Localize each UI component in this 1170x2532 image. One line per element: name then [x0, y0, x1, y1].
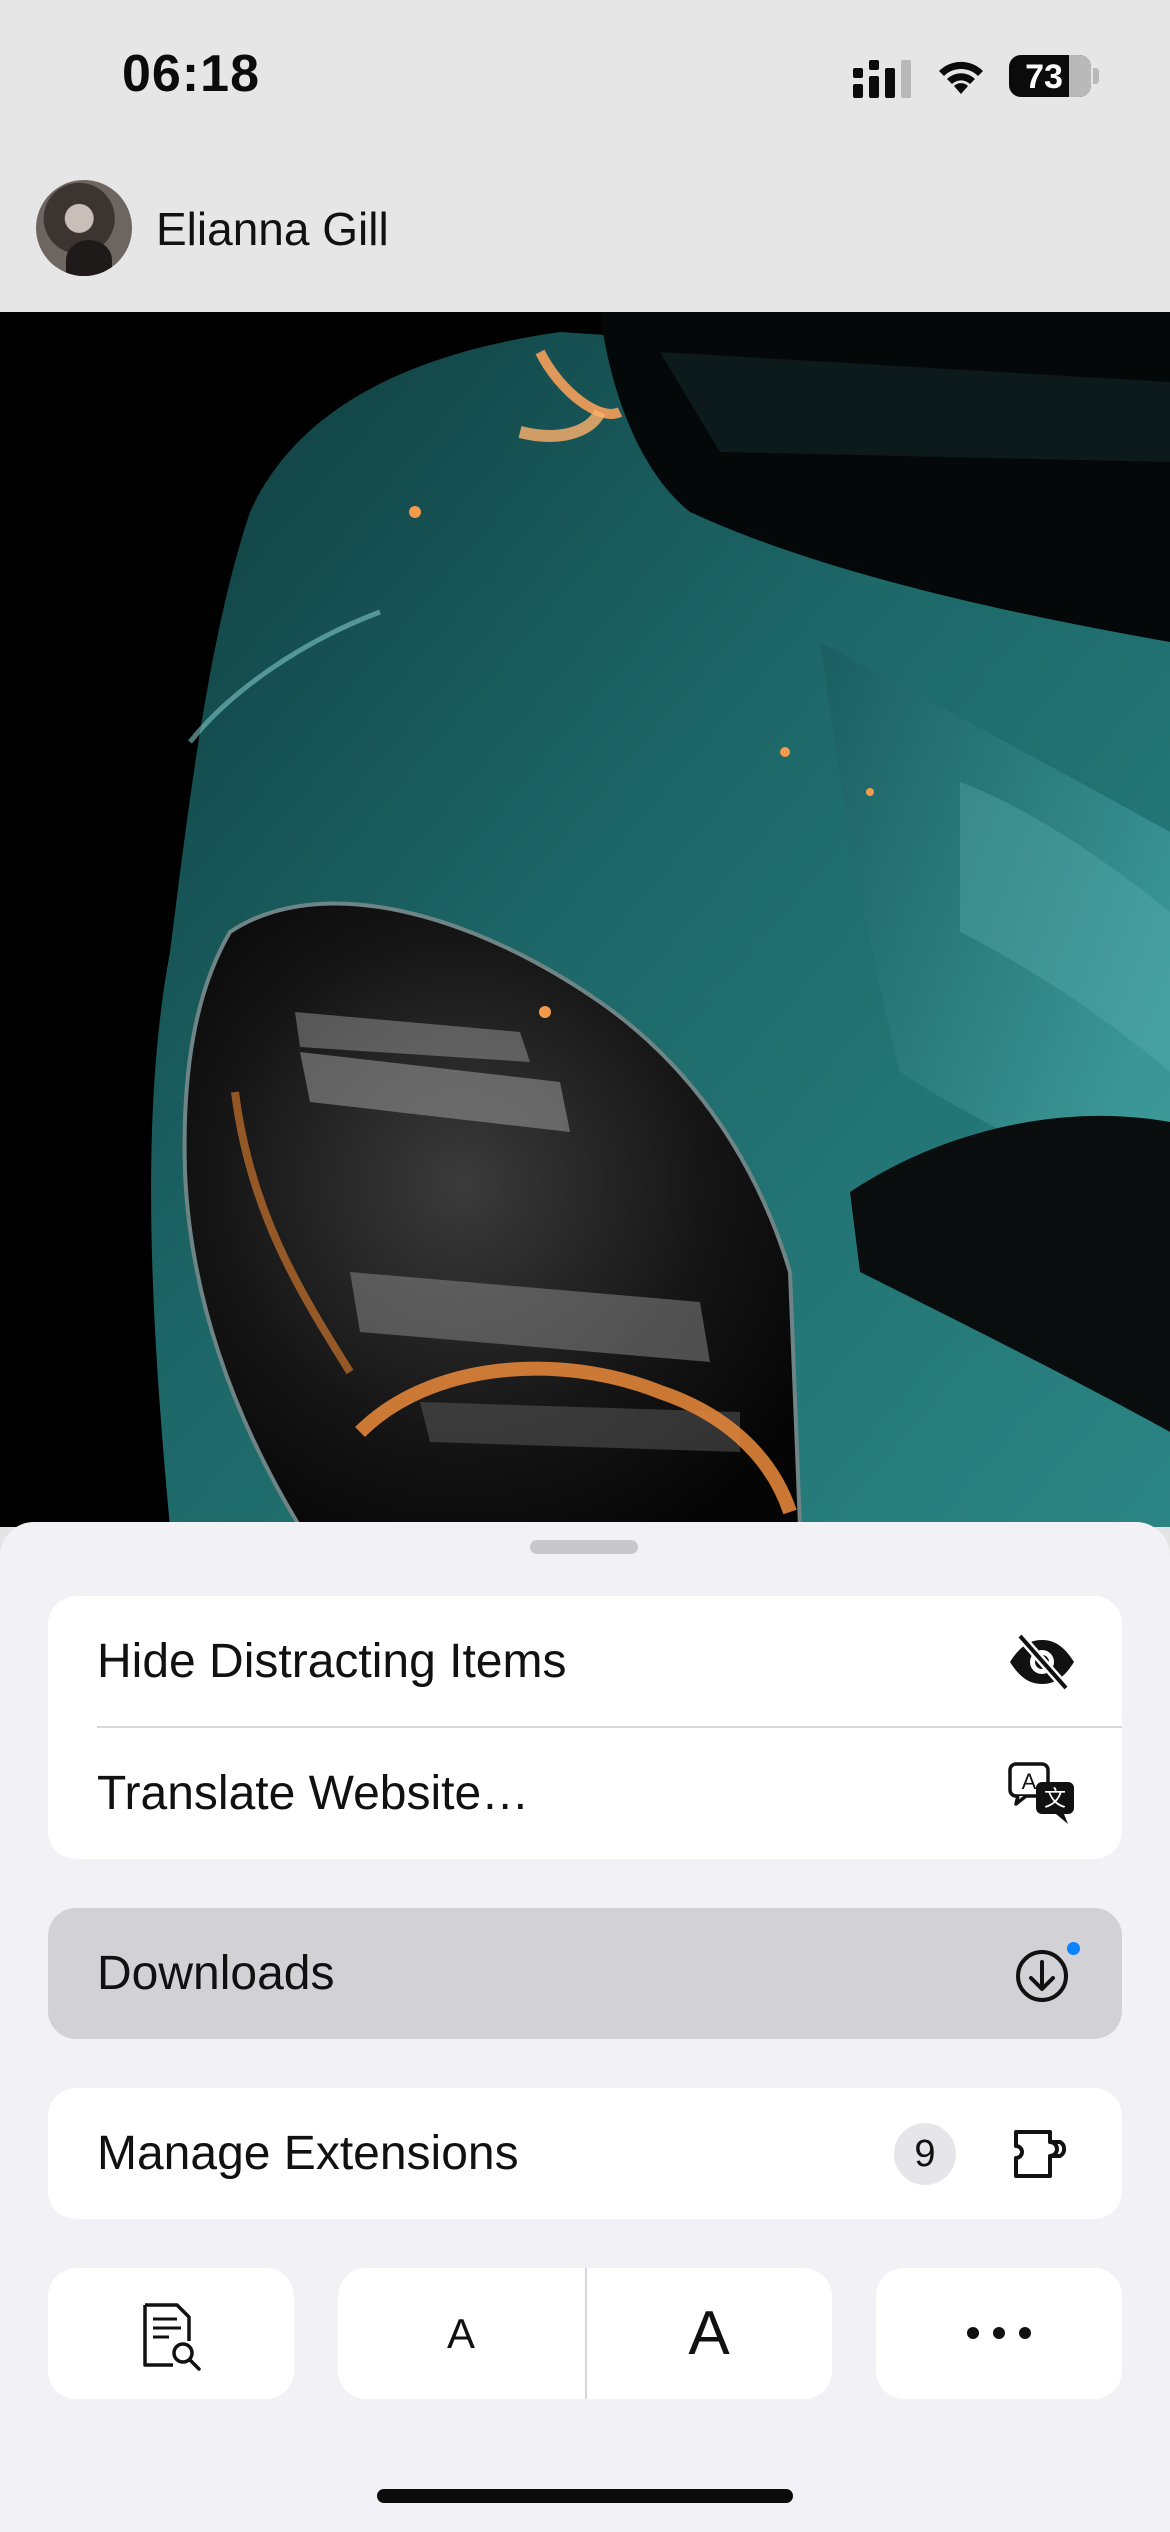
find-on-page-icon [143, 2303, 201, 2371]
profile-name[interactable]: Elianna Gill [156, 202, 389, 256]
battery-percent: 73 [1025, 58, 1063, 96]
status-bar: 06:18 73 [0, 0, 1170, 150]
decrease-text-size-button[interactable]: A [338, 2268, 584, 2399]
car-headlight-image [0, 312, 1170, 1527]
hide-distracting-items-label: Hide Distracting Items [97, 1635, 567, 1688]
hero-photo [0, 312, 1170, 1527]
puzzle-icon [1014, 2130, 1067, 2178]
manage-extensions-row[interactable]: Manage Extensions 9 [48, 2088, 1122, 2219]
manage-extensions-label: Manage Extensions [97, 2127, 519, 2180]
eye-slash-icon [1010, 1633, 1074, 1691]
text-size-control: A A [338, 2268, 832, 2399]
sheet-grabber[interactable] [530, 1540, 638, 1554]
cellular-signal-icon [853, 60, 911, 98]
svg-text:文: 文 [1044, 1787, 1066, 1812]
hide-distracting-items-row[interactable]: Hide Distracting Items [48, 1596, 1122, 1727]
find-on-page-button[interactable] [48, 2268, 294, 2399]
home-indicator[interactable] [377, 2489, 793, 2503]
translate-website-label: Translate Website… [97, 1767, 530, 1820]
translate-website-row[interactable]: Translate Website… A 文 [48, 1728, 1122, 1859]
more-options-button[interactable] [876, 2268, 1122, 2399]
downloads-indicator-dot [1067, 1942, 1080, 1955]
status-time: 06:18 [122, 45, 260, 103]
options-group: Hide Distracting Items Translate Website… [48, 1596, 1122, 1859]
battery-indicator: 73 [1009, 55, 1091, 97]
extensions-count-badge: 9 [894, 2123, 956, 2185]
svg-text:A: A [1022, 1769, 1037, 1794]
profile-header: Elianna Gill [0, 150, 1170, 312]
downloads-label: Downloads [97, 1947, 335, 2000]
ellipsis-icon [967, 2327, 1031, 2339]
wifi-icon [939, 61, 983, 94]
battery-nub [1093, 68, 1099, 84]
translate-icon: A 文 [1008, 1762, 1074, 1824]
increase-text-size-button[interactable]: A [586, 2268, 832, 2399]
avatar[interactable] [36, 180, 132, 276]
downloads-row[interactable]: Downloads [48, 1908, 1122, 2039]
